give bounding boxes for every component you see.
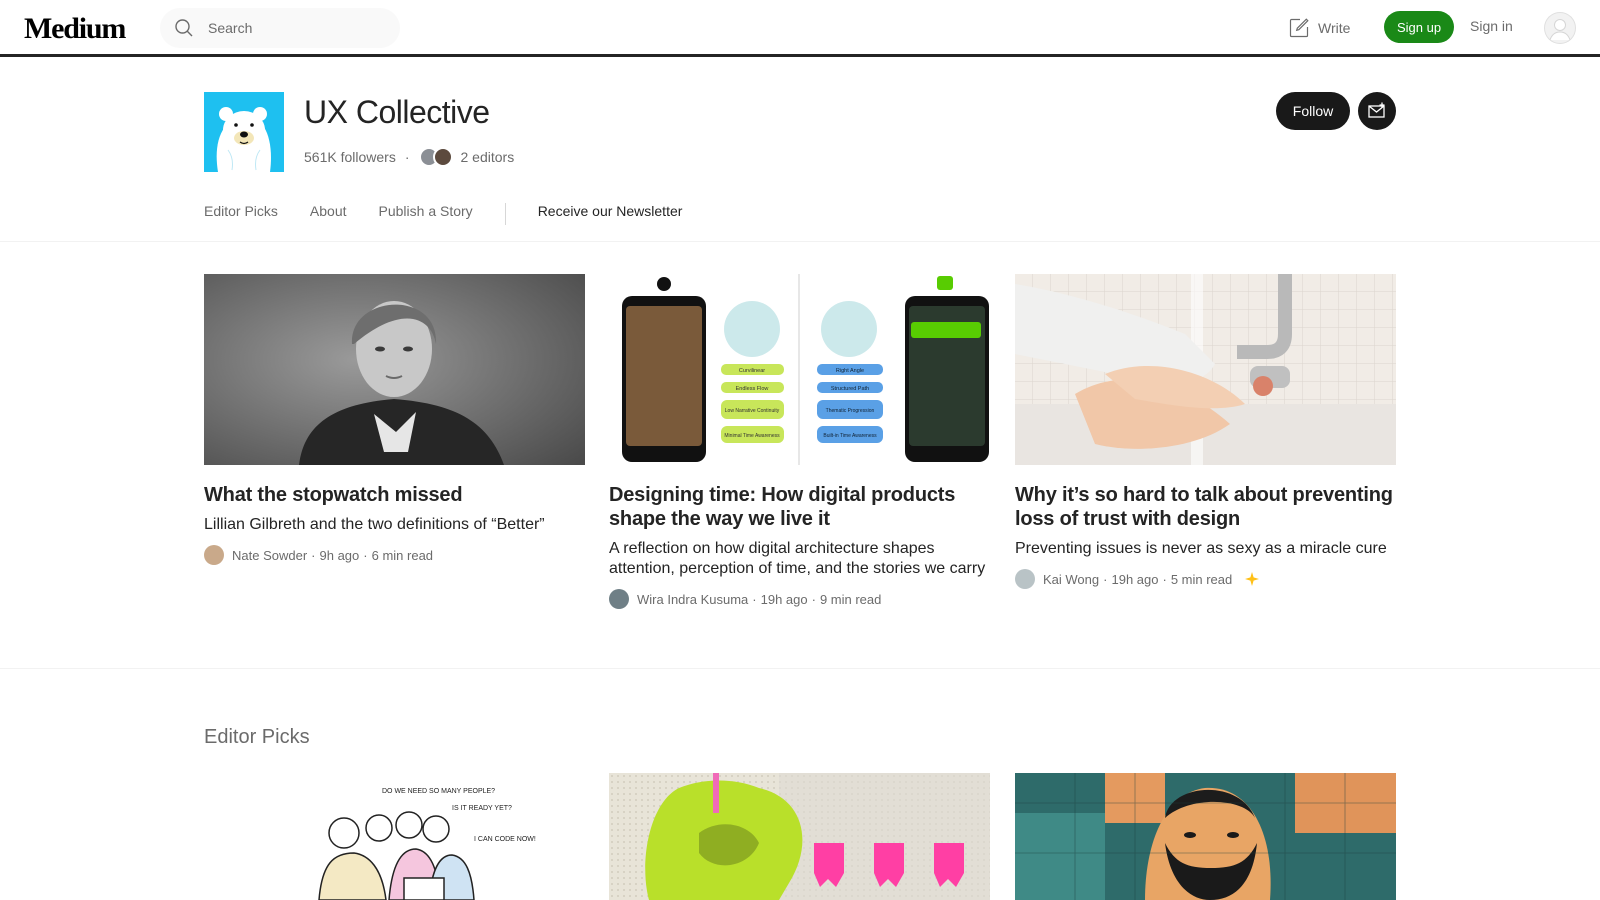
image-label: Endless Flow [736,386,769,392]
editors-count[interactable]: 2 editors [461,149,515,165]
team-cartoon-image: DO WE NEED SO MANY PEOPLE? IS IT READY Y… [204,773,585,900]
image-label: Built-in Time Awareness [823,433,877,439]
read-time: 9 min read [819,591,882,607]
publication-tabs: Editor Picks About Publish a Story Recei… [204,203,714,242]
editor-picks-heading: Editor Picks [204,726,310,748]
editor-pick-thumbnail[interactable] [1015,773,1396,900]
meta-separator: · [363,547,368,563]
story-title[interactable]: What the stopwatch missed [204,483,585,507]
story-card[interactable]: Curvilinear Endless Flow Low Narrative C… [609,274,990,609]
editor-pick-thumbnail[interactable] [609,773,990,900]
author-avatar[interactable] [609,589,629,609]
cartoon-text: IS IT READY YET? [452,805,512,812]
write-icon [1289,18,1309,38]
image-label: Right Angle [836,368,864,374]
story-title[interactable]: Why it’s so hard to talk about preventin… [1015,483,1396,531]
read-time: 6 min read [371,547,434,563]
sign-up-button[interactable]: Sign up [1384,11,1454,43]
meta-separator: · [1162,571,1167,587]
editor-avatars[interactable] [418,146,455,168]
subscribe-email-button[interactable] [1358,92,1396,130]
author-name[interactable]: Wira Indra Kusuma [637,592,748,607]
image-label: Structured Path [831,386,869,392]
image-label: Minimal Time Awareness [724,433,780,439]
read-time: 5 min read [1170,571,1233,587]
author-avatar[interactable] [1015,569,1035,589]
collage-image [609,773,990,900]
image-label: Curvilinear [739,368,765,374]
story-subtitle[interactable]: Preventing issues is never as sexy as a … [1015,539,1396,559]
user-placeholder-icon [1544,12,1576,44]
followers-count[interactable]: 561K followers [304,149,396,165]
meta-separator: · [811,591,816,607]
publication-title: UX Collective [304,94,490,130]
publish-time: 19h ago [1111,571,1159,587]
editor-pick-thumbnail[interactable]: DO WE NEED SO MANY PEOPLE? IS IT READY Y… [204,773,585,900]
story-subtitle[interactable]: Lillian Gilbreth and the two definitions… [204,515,585,535]
email-subscribe-icon [1368,102,1385,118]
story-meta: Wira Indra Kusuma · 19h ago · 9 min read [609,589,990,609]
story-meta: Nate Sowder · 9h ago · 6 min read [204,545,585,565]
tab-publish-a-story[interactable]: Publish a Story [379,203,473,242]
publish-time: 19h ago [760,591,808,607]
publish-time: 9h ago [319,547,360,563]
search-box[interactable] [160,8,400,48]
meta-separator: · [404,149,410,165]
publication-meta: 561K followers · 2 editors [304,146,514,168]
author-avatar[interactable] [204,545,224,565]
story-thumbnail[interactable] [204,274,585,465]
tab-receive-newsletter[interactable]: Receive our Newsletter [537,203,683,242]
story-thumbnail[interactable]: Curvilinear Endless Flow Low Narrative C… [609,274,990,465]
medium-logo[interactable]: Medium [24,12,126,46]
meta-separator: · [1103,571,1108,587]
write-button[interactable]: Write [1288,16,1350,40]
meta-separator: · [311,547,316,563]
search-icon [175,19,193,37]
publication-logo[interactable] [204,92,284,172]
author-name[interactable]: Nate Sowder [232,548,307,563]
story-subtitle[interactable]: A reflection on how digital architecture… [609,539,990,579]
follow-button[interactable]: Follow [1276,92,1350,130]
sign-in-link[interactable]: Sign in [1470,18,1513,34]
story-card[interactable]: Why it’s so hard to talk about preventin… [1015,274,1396,589]
tab-editor-picks[interactable]: Editor Picks [204,203,278,242]
story-card[interactable]: What the stopwatch missed Lillian Gilbre… [204,274,585,565]
search-input[interactable] [208,18,388,38]
tabs-divider [0,241,1600,242]
author-name[interactable]: Kai Wong [1043,572,1099,587]
meta-separator: · [752,591,757,607]
story-meta: Kai Wong · 19h ago · 5 min read [1015,569,1396,589]
write-label: Write [1318,20,1351,36]
cartoon-text: DO WE NEED SO MANY PEOPLE? [382,788,495,795]
image-label: Thematic Progression [826,408,875,414]
story-thumbnail[interactable] [1015,274,1396,465]
user-avatar[interactable] [1544,12,1576,44]
tab-about[interactable]: About [310,203,347,242]
section-divider [0,668,1600,669]
cartoon-text: I CAN CODE NOW! [474,836,536,843]
member-only-star-icon [1245,572,1260,586]
top-navigation-bar: Medium Write Sign up Sign in [0,0,1600,57]
portrait-puzzle-image [1015,773,1396,900]
editor-avatar [432,147,453,167]
image-label: Low Narrative Continuity [725,408,780,414]
tab-divider [504,203,506,225]
story-title[interactable]: Designing time: How digital products sha… [609,483,990,531]
polar-bear-logo-image [204,92,284,172]
